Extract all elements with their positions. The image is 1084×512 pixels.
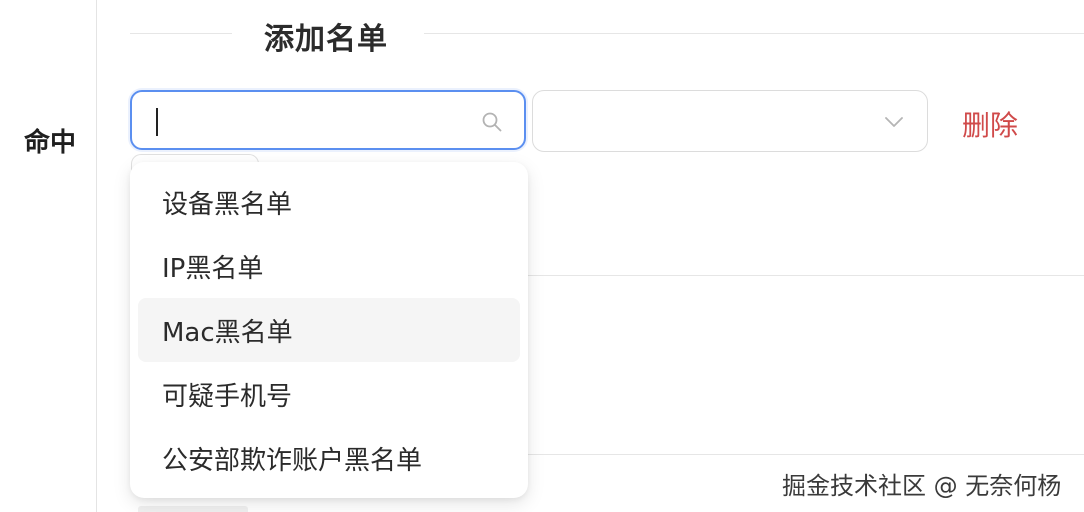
section-divider-right bbox=[424, 33, 1084, 34]
watermark: 掘金技术社区 @ 无奈何杨 bbox=[782, 472, 1062, 500]
row-label: 命中 bbox=[24, 128, 77, 158]
dropdown-option-ip-blacklist[interactable]: IP黑名单 bbox=[138, 234, 520, 298]
dropdown-option-suspicious-phone[interactable]: 可疑手机号 bbox=[138, 362, 520, 426]
list-type-dropdown: 设备黑名单 IP黑名单 Mac黑名单 可疑手机号 公安部欺诈账户黑名单 bbox=[130, 162, 528, 498]
chevron-down-icon bbox=[885, 117, 903, 127]
type-select[interactable] bbox=[532, 90, 928, 152]
list-search-input[interactable] bbox=[162, 102, 466, 140]
dropdown-option-mac-blacklist[interactable]: Mac黑名单 bbox=[138, 298, 520, 362]
section-title: 添加名单 bbox=[264, 22, 388, 57]
list-search-box[interactable] bbox=[130, 90, 526, 150]
hidden-button bbox=[138, 506, 248, 512]
form-label-divider bbox=[96, 0, 97, 512]
search-icon bbox=[482, 112, 502, 132]
section-divider-left bbox=[130, 33, 232, 34]
dropdown-option-device-blacklist[interactable]: 设备黑名单 bbox=[138, 170, 520, 234]
delete-button[interactable]: 删除 bbox=[962, 104, 1018, 144]
dropdown-option-police-fraud-blacklist[interactable]: 公安部欺诈账户黑名单 bbox=[138, 426, 520, 490]
text-caret bbox=[156, 108, 158, 136]
